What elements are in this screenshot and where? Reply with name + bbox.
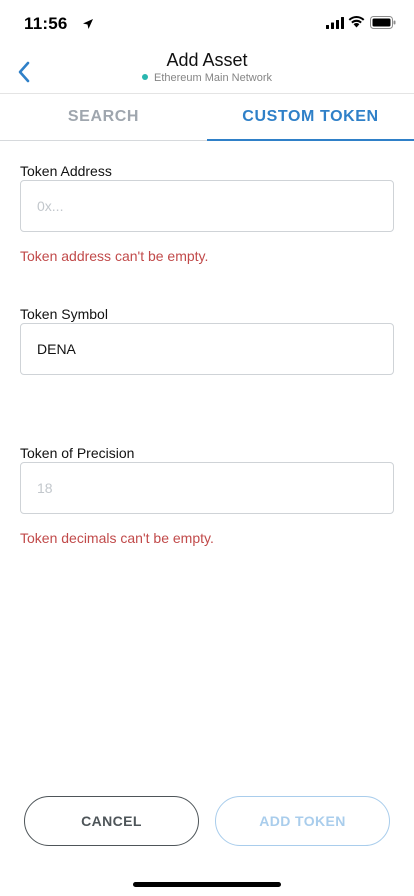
cellular-signal-icon [326,17,344,29]
tab-custom-token-label: CUSTOM TOKEN [242,108,379,125]
page-title: Add Asset [166,50,248,70]
status-bar: 11:56 [0,0,414,44]
token-address-input[interactable] [20,180,394,232]
cancel-button[interactable]: CANCEL [24,796,199,846]
token-symbol-input[interactable] [20,323,394,375]
token-address-error: Token address can't be empty. [20,248,209,264]
network-name: Ethereum Main Network [154,72,272,84]
tab-bar: SEARCH CUSTOM TOKEN [0,94,414,141]
add-token-button[interactable]: ADD TOKEN [215,796,390,846]
network-status-dot [142,74,148,80]
home-indicator [133,882,281,887]
tab-search[interactable]: SEARCH [0,94,207,140]
wifi-icon [348,16,365,28]
token-precision-input[interactable] [20,462,394,514]
token-precision-error: Token decimals can't be empty. [20,530,214,546]
token-address-label: Token Address [20,163,112,179]
token-symbol-label: Token Symbol [20,306,108,322]
action-footer: CANCEL ADD TOKEN [0,796,414,846]
tab-search-label: SEARCH [67,108,140,125]
add-token-button-label: ADD TOKEN [259,813,346,829]
status-time: 11:56 [24,14,68,33]
nav-header: Add Asset Ethereum Main Network [0,44,414,94]
location-arrow-icon [83,19,93,29]
cancel-button-label: CANCEL [81,813,142,829]
network-indicator: Ethereum Main Network [0,72,414,84]
battery-icon [370,16,396,29]
token-precision-label: Token of Precision [20,445,135,461]
tab-custom-token[interactable]: CUSTOM TOKEN [207,94,414,141]
active-tab-underline [207,139,414,141]
